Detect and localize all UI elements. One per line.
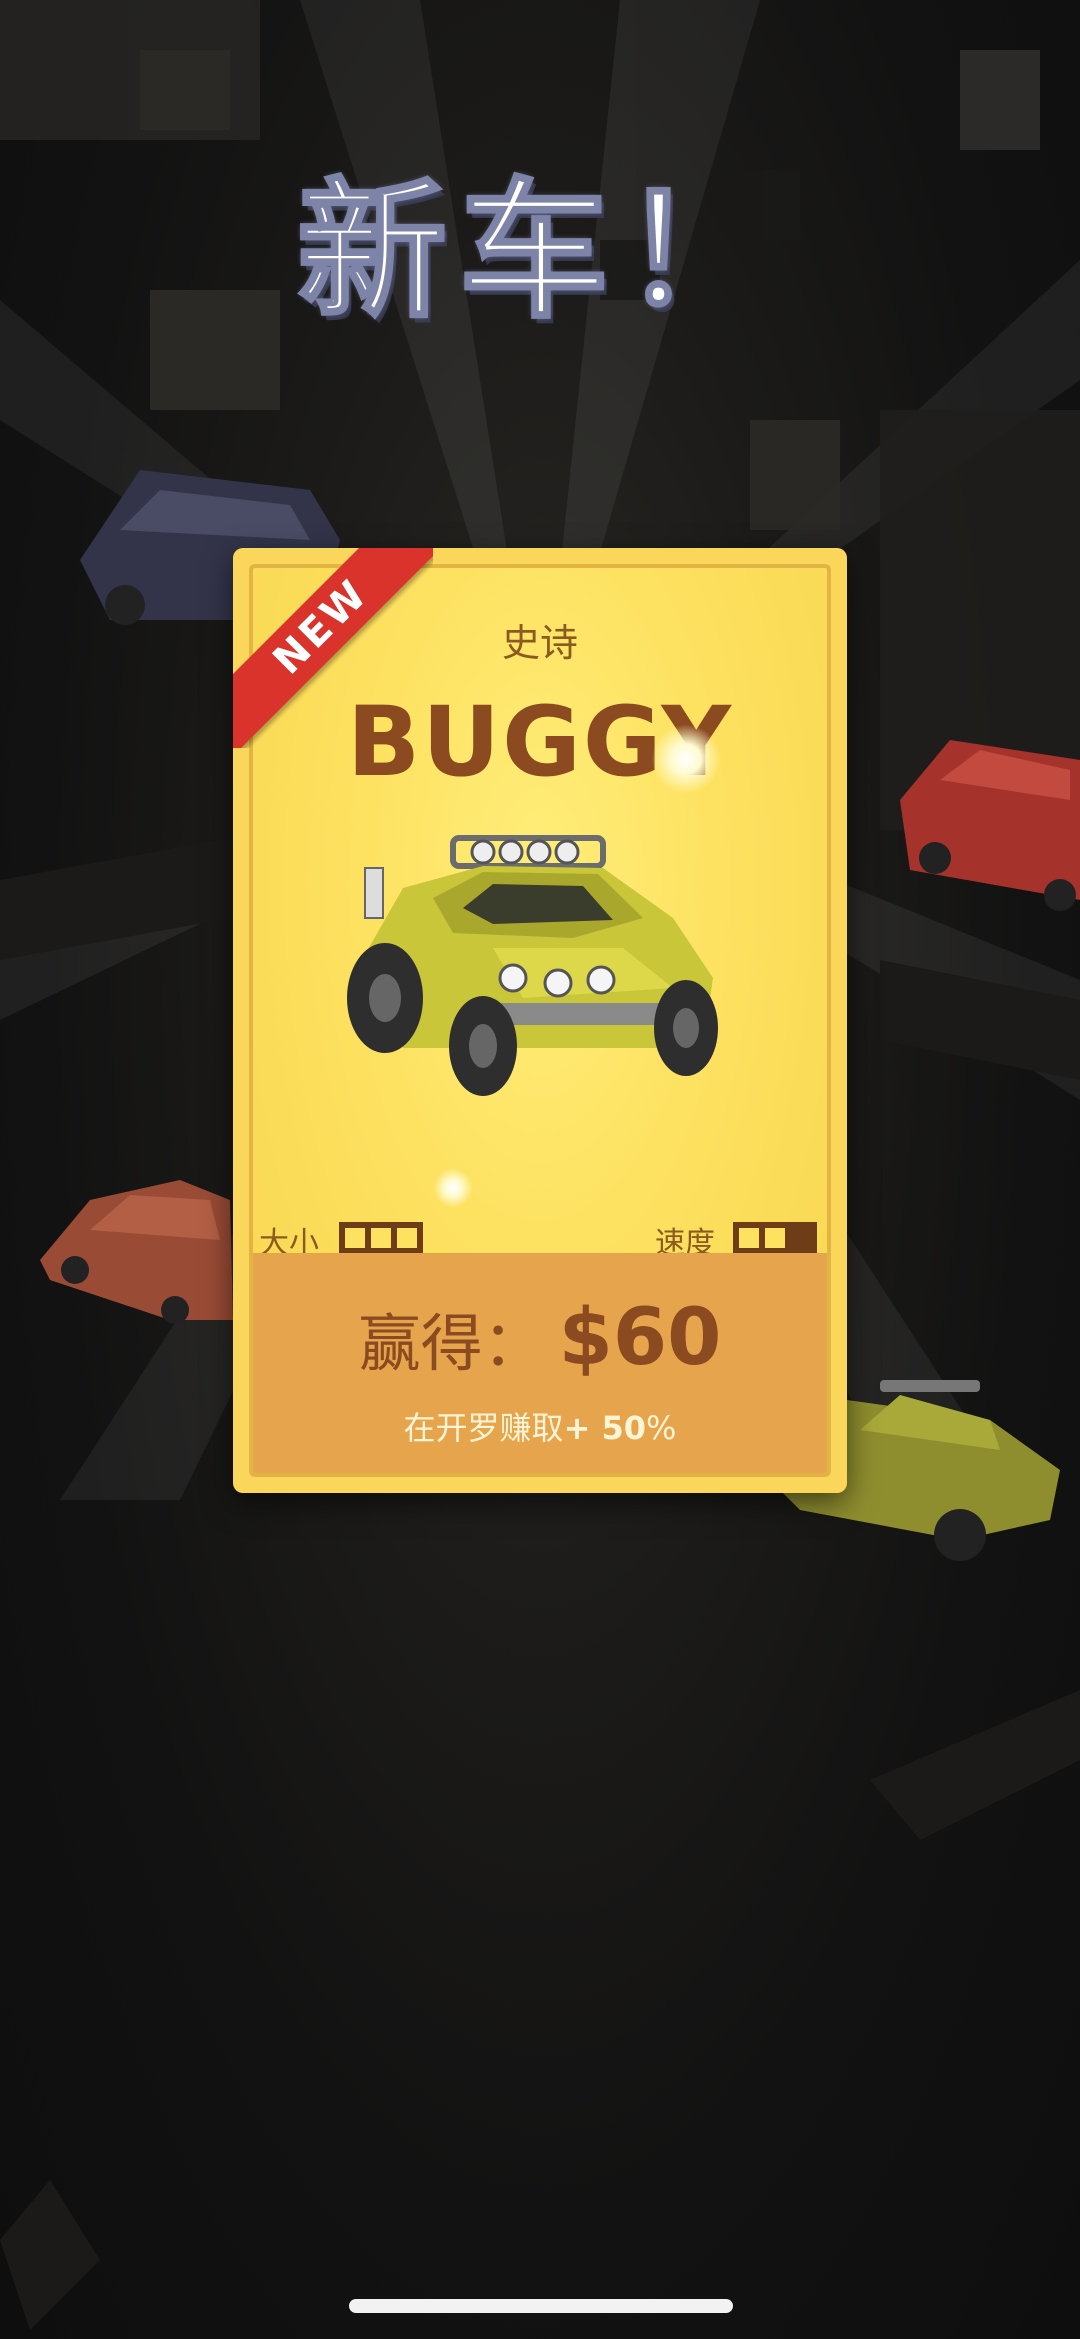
game-scene: 新车！ 史诗 BUGGY 大小 速度 赢得： $60 在开罗赚取+ 50% NE… xyxy=(0,0,1080,2339)
size-stat-segment xyxy=(397,1228,417,1248)
background-car-orange xyxy=(40,1180,233,1324)
size-stat-segment xyxy=(371,1228,391,1248)
sparkle-icon xyxy=(433,1168,473,1208)
card-inner-panel: 史诗 BUGGY 大小 速度 赢得： $60 在开罗赚取+ 50% xyxy=(249,564,831,1477)
sparkle-icon xyxy=(651,724,721,794)
size-stat-bars xyxy=(339,1222,423,1254)
rarity-label: 史诗 xyxy=(501,621,578,665)
speed-stat-bars xyxy=(733,1222,817,1254)
bonus-line: 在开罗赚取+ 50% xyxy=(253,1403,827,1449)
speed-stat-segment xyxy=(765,1228,785,1248)
car-name: BUGGY xyxy=(346,686,734,798)
bonus-text: 在开罗赚取 xyxy=(403,1409,564,1447)
speed-stat-segment xyxy=(739,1228,759,1248)
car-card[interactable]: 史诗 BUGGY 大小 速度 赢得： $60 在开罗赚取+ 50% xyxy=(233,548,847,1493)
reward-label: 赢得： xyxy=(358,1307,545,1380)
bonus-suffix: % xyxy=(646,1409,677,1447)
buggy-car-image xyxy=(347,835,718,1096)
new-car-title: 新车！ xyxy=(295,164,783,341)
speed-stat-segment xyxy=(791,1228,811,1248)
reward-line: 赢得： $60 xyxy=(253,1293,827,1383)
size-stat-segment xyxy=(345,1228,365,1248)
home-indicator[interactable] xyxy=(349,2299,733,2313)
bonus-value: + 50 xyxy=(563,1409,647,1447)
reward-panel: 赢得： $60 在开罗赚取+ 50% xyxy=(253,1253,827,1473)
reward-amount: $60 xyxy=(558,1293,722,1383)
